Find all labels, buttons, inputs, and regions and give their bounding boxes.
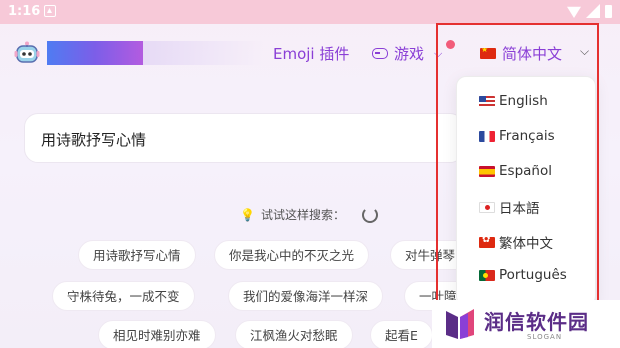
suggestions-title: 试试这样搜索： bbox=[260, 208, 345, 222]
battery-icon bbox=[605, 4, 612, 18]
language-option-spanish[interactable]: Español bbox=[479, 163, 552, 179]
gamepad-icon bbox=[372, 48, 388, 59]
suggestion-chip[interactable]: 相见时难别亦难 bbox=[98, 320, 216, 348]
language-selector-label: 简体中文 bbox=[502, 45, 563, 63]
language-option-label: 繁体中文 bbox=[499, 236, 553, 252]
signal-icon bbox=[586, 4, 600, 18]
nav-games-label: 游戏 bbox=[394, 45, 425, 63]
suggestion-chip[interactable]: 用诗歌抒写心情 bbox=[78, 240, 196, 270]
fr-flag-icon bbox=[479, 130, 495, 142]
suggestion-chip[interactable]: 你是我心中的不灭之光 bbox=[214, 240, 370, 270]
language-option-portuguese[interactable]: Português bbox=[479, 267, 567, 283]
status-bar: 1:16 bbox=[0, 0, 620, 24]
lightbulb-icon: 💡 bbox=[240, 207, 255, 222]
language-option-label: Français bbox=[499, 128, 555, 144]
suggestion-chip[interactable]: 江枫渔火对愁眠 bbox=[235, 320, 353, 348]
suggestion-chip[interactable]: 起看E bbox=[370, 320, 433, 348]
refresh-icon[interactable] bbox=[362, 207, 378, 223]
nav-emoji-plugin[interactable]: Emoji 插件 bbox=[273, 43, 349, 64]
watermark-name: 润信软件园 bbox=[484, 310, 589, 334]
brand-logo-fade bbox=[143, 41, 263, 65]
search-query-text: 用诗歌抒写心情 bbox=[41, 131, 147, 149]
robot-logo-icon[interactable] bbox=[14, 40, 40, 66]
hk-flag-icon bbox=[479, 236, 495, 248]
language-option-label: 日本語 bbox=[499, 201, 540, 217]
language-option-japanese[interactable]: 日本語 bbox=[479, 197, 540, 217]
language-dropdown: English Français Español 日本語 繁体中文 Portug… bbox=[456, 76, 596, 306]
cn-flag-icon bbox=[480, 48, 496, 59]
language-option-french[interactable]: Français bbox=[479, 128, 555, 144]
us-flag-icon bbox=[479, 95, 495, 107]
jp-flag-icon bbox=[479, 201, 495, 213]
language-option-english[interactable]: English bbox=[479, 93, 548, 109]
language-option-label: English bbox=[499, 93, 548, 109]
watermark-slogan: SLOGAN bbox=[527, 333, 563, 341]
suggestion-chip[interactable]: 守株待兔，一成不变 bbox=[52, 281, 195, 311]
status-icons bbox=[567, 4, 612, 18]
notification-dot bbox=[446, 40, 455, 49]
language-option-label: Español bbox=[499, 163, 552, 179]
language-option-traditional-chinese[interactable]: 繁体中文 bbox=[479, 232, 553, 252]
language-option-label: Português bbox=[499, 267, 567, 283]
suggestions-header: 💡 试试这样搜索： bbox=[240, 206, 345, 223]
es-flag-icon bbox=[479, 165, 495, 177]
watermark-logo-icon bbox=[446, 309, 474, 339]
chevron-down-icon: ⌵ bbox=[434, 46, 443, 60]
search-input[interactable]: 用诗歌抒写心情 bbox=[24, 113, 464, 163]
status-time: 1:16 bbox=[8, 4, 41, 19]
notification-icon bbox=[44, 5, 56, 17]
brand-logo[interactable] bbox=[47, 41, 143, 65]
chevron-down-icon[interactable]: ⌵ bbox=[580, 44, 589, 59]
header: Emoji 插件 游戏 ⌵ 简体中文 ⌵ bbox=[0, 24, 620, 84]
pt-flag-icon bbox=[479, 269, 495, 281]
suggestion-chip[interactable]: 我们的爱像海洋一样深 bbox=[228, 281, 384, 311]
language-selector[interactable]: 简体中文 bbox=[480, 43, 562, 64]
nav-games[interactable]: 游戏 ⌵ bbox=[372, 43, 442, 64]
wifi-icon bbox=[567, 6, 581, 18]
